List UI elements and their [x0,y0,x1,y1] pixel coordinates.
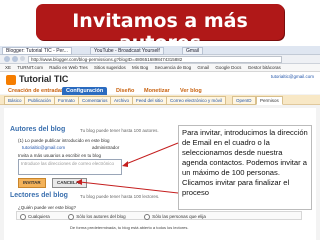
tab-blogger[interactable]: Blogger: Tutorial TIC - Per... [2,47,72,55]
invite-label: Invita a más usuarios a escribir en tu b… [18,153,102,158]
option-solo-autores: Sólo los autores del blog [76,214,126,219]
tab-ver-blog[interactable]: Ver blog [176,87,206,95]
author-name[interactable]: tutorialtic@gmail.com [22,145,65,150]
address-bar-row: http://www.blogger.com/blog-permissions.… [0,55,320,64]
authors-title: Autores del blog [10,126,66,133]
cancel-button[interactable]: CANCELAR [52,178,88,188]
blogger-logo-icon [6,75,16,85]
tab-youtube[interactable]: YouTube - Broadcast Yourself [90,47,164,55]
bookmark-item[interactable]: Secuencia de Bog [155,64,192,71]
tab-gmail[interactable]: Gmail [182,47,204,55]
bookmark-item[interactable]: Gmail [197,64,209,71]
authors-subtitle: Tu blog puede tener hasta 100 autores. [80,128,159,133]
radio-solo-autores[interactable] [68,213,75,220]
bookmark-item[interactable]: Mis Bog [132,64,148,71]
readers-question: ¿Quién puede ver este blog? [18,205,77,210]
reload-icon[interactable] [20,56,25,61]
invite-button[interactable]: INVITAR [18,178,46,188]
option-solo-elegidos: Sólo las personas que elija [152,214,206,219]
radio-solo-elegidos[interactable] [144,213,151,220]
author-role: administrador [92,145,120,150]
bookmark-item[interactable]: Radio en Web Tres [49,64,87,71]
bookmark-item[interactable]: TURNIT.com [17,64,43,71]
subtab-basico[interactable]: Básico [4,96,26,105]
title-banner: Invitamos a más autores [36,4,284,54]
forward-icon[interactable] [12,56,18,62]
subtab-comentarios[interactable]: Comentarios [78,96,112,105]
browser-tab-bar: Blogger: Tutorial TIC - Per... YouTube -… [0,46,320,55]
callout-text: Para invitar, introducimos la dirección … [182,128,308,197]
subtab-correo-movil[interactable]: Correo electrónico y móvil [166,96,227,105]
blogger-header: Tutorial TIC tutorialtic@gmail.com Creac… [0,72,320,97]
email-input[interactable]: Introduce las direcciones de correo elec… [18,159,122,175]
readers-note: De forma predeterminada, tu blog está ab… [70,225,189,230]
readers-subtitle: Tu blog puede tener hasta 100 lectores. [80,194,160,199]
tab-monetizar[interactable]: Monetizar [140,87,174,95]
bookmark-item[interactable]: Google Docs [215,64,241,71]
tab-diseno[interactable]: Diseño [112,87,138,95]
blog-title: Tutorial TIC [19,74,69,84]
subtab-formato[interactable]: Formato [54,96,79,105]
back-icon[interactable] [4,56,10,62]
bookmarks-bar: XE TURNIT.com Radio en Web Tres Sitios s… [0,64,320,72]
subtab-archivo[interactable]: Archivo [110,96,134,105]
subtab-openid[interactable]: OpenID [232,96,256,105]
reader-options: Cualquiera Sólo los autores del blog Sól… [16,211,302,220]
bookmark-item[interactable]: Sitios sugeridos [94,64,126,71]
readers-title: Lectores del blog [10,192,68,199]
radio-cualquiera[interactable] [20,213,26,220]
authors-count: (1) Lo puede publicar introducido en est… [18,138,110,143]
subtab-permisos[interactable]: Permisos [256,96,283,105]
url-input[interactable]: http://www.blogger.com/blog-permissions.… [28,56,282,63]
bookmark-item[interactable]: XE [5,64,11,71]
tab-configuracion[interactable]: Configuración [62,87,108,95]
user-email: tutorialtic@gmail.com [270,74,314,79]
tab-creacion-entradas[interactable]: Creación de entradas [4,87,68,95]
subtab-publicacion[interactable]: Publicación [24,96,56,105]
email-placeholder: Introduce las direcciones de correo elec… [21,161,115,166]
subtab-feed[interactable]: Feed del sitio [132,96,167,105]
option-cualquiera: Cualquiera [28,214,50,219]
instruction-callout: Para invitar, introducimos la dirección … [178,125,312,210]
bookmark-item[interactable]: Gestor bitácoras [248,64,281,71]
settings-subnav: Básico Publicación Formato Comentarios A… [0,95,320,105]
